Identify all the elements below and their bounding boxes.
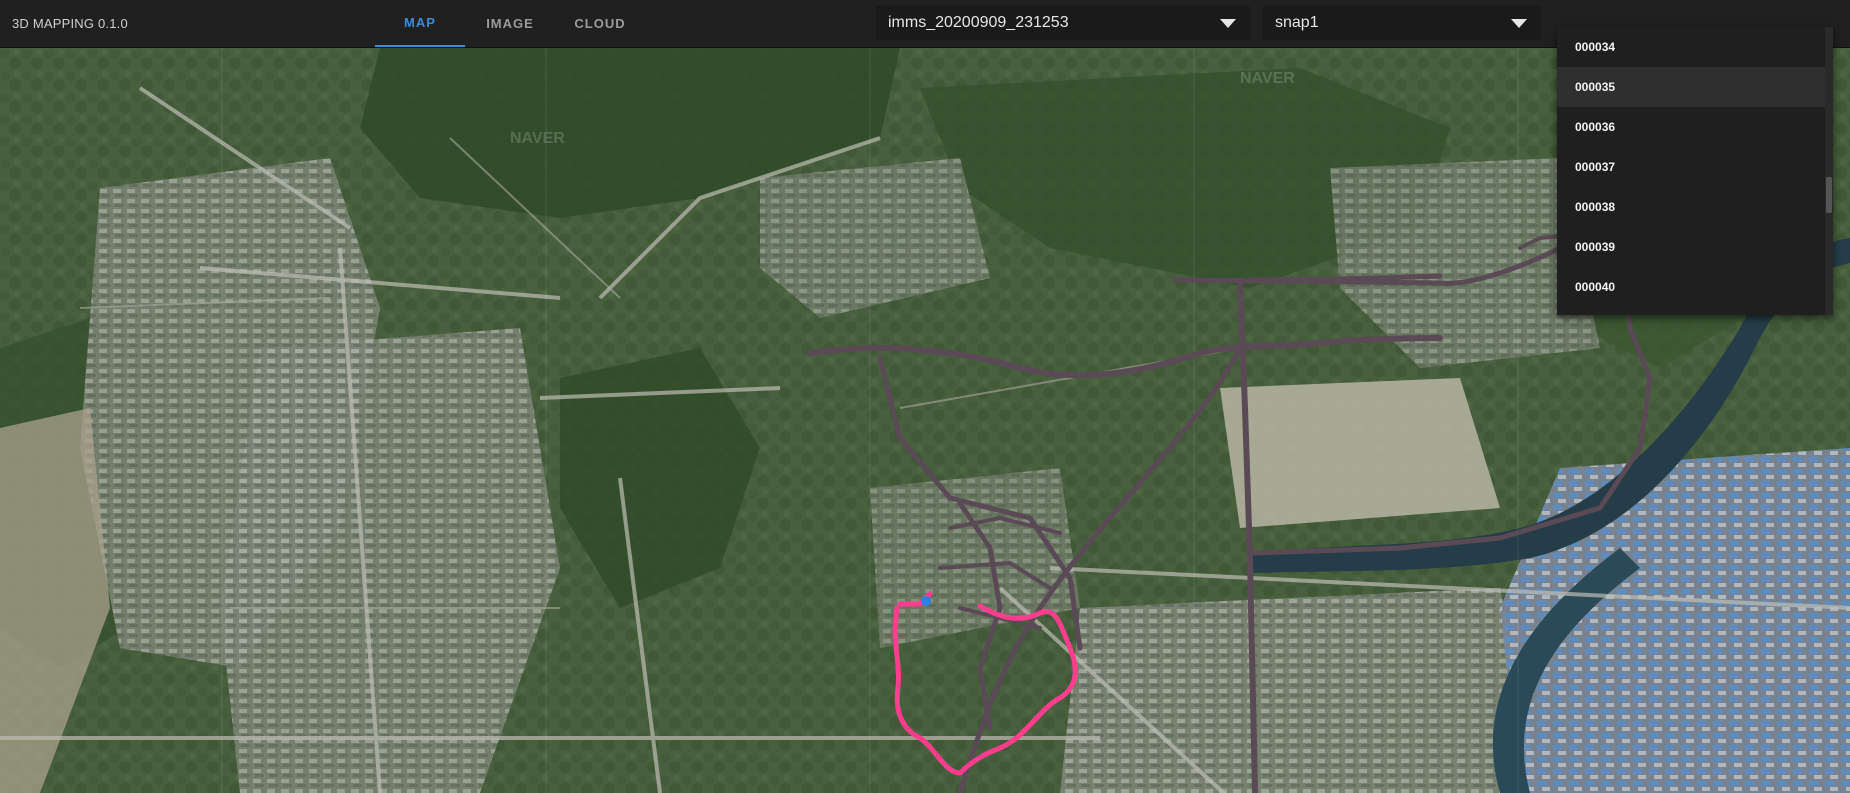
position-marker[interactable]: [921, 596, 931, 606]
dataset-select-value: imms_20200909_231253: [888, 14, 1069, 31]
dropdown-item[interactable]: 000039: [1557, 227, 1833, 267]
tab-bar: MAP IMAGE CLOUD: [375, 0, 645, 47]
dropdown-item[interactable]: 000038: [1557, 187, 1833, 227]
dropdown-item[interactable]: 000037: [1557, 147, 1833, 187]
chevron-down-icon: [1220, 19, 1236, 28]
snapshot-dropdown-menu: 000034 000035 000036 000037 000038 00003…: [1557, 27, 1833, 315]
tab-image[interactable]: IMAGE: [465, 0, 555, 47]
snapshot-select-value: snap1: [1275, 14, 1319, 31]
construction-site: [1220, 378, 1500, 528]
scrollbar-thumb[interactable]: [1826, 177, 1832, 213]
dataset-select[interactable]: imms_20200909_231253: [876, 6, 1250, 40]
map-watermark: NAVER: [1240, 70, 1295, 87]
tab-map[interactable]: MAP: [375, 0, 465, 47]
dropdown-list: 000034 000035 000036 000037 000038 00003…: [1557, 27, 1833, 307]
residential-south: [1060, 588, 1540, 793]
dropdown-scrollbar[interactable]: [1825, 27, 1833, 315]
dropdown-item[interactable]: 000040: [1557, 267, 1833, 307]
tab-cloud[interactable]: CLOUD: [555, 0, 645, 47]
snapshot-select[interactable]: snap1: [1263, 6, 1541, 40]
chevron-down-icon: [1511, 19, 1527, 28]
dropdown-item[interactable]: 000035: [1557, 67, 1833, 107]
dropdown-item[interactable]: 000036: [1557, 107, 1833, 147]
dropdown-item[interactable]: 000034: [1557, 27, 1833, 67]
map-watermark: NAVER: [510, 130, 565, 147]
app-title: 3D MAPPING 0.1.0: [12, 16, 128, 31]
